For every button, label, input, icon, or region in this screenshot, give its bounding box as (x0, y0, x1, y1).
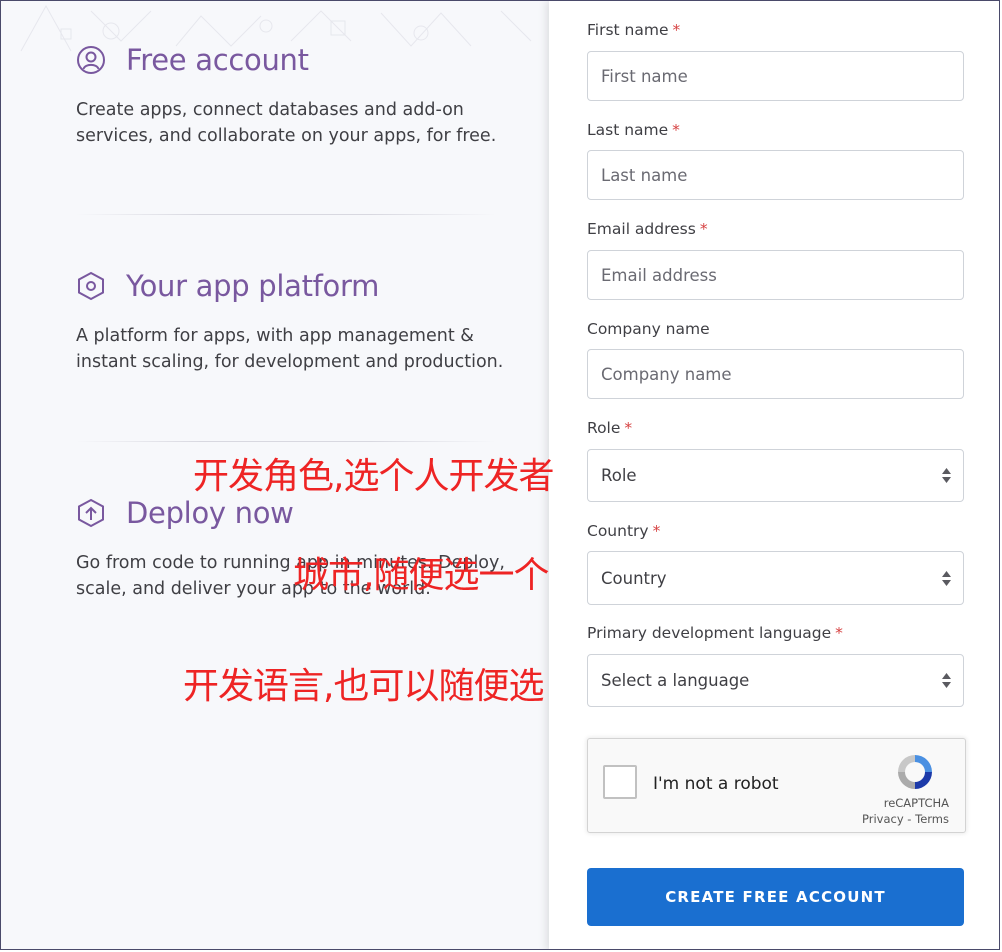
field-label: First name * (587, 21, 681, 39)
privacy-link[interactable]: Privacy (862, 812, 904, 826)
language-field: Primary development language * Select a l… (587, 624, 964, 707)
hexagon-icon (76, 271, 106, 301)
select-arrows-icon (941, 570, 951, 586)
field-label: Primary development language * (587, 624, 843, 642)
email-field: Email address * (587, 220, 964, 300)
recaptcha-brand: reCAPTCHA (883, 796, 949, 810)
role-field: Role * Role (587, 419, 964, 502)
field-label: Last name * (587, 121, 680, 139)
first-name-field: First name * (587, 21, 964, 101)
last-name-field: Last name * (587, 121, 964, 200)
email-input[interactable] (587, 250, 964, 300)
recaptcha-widget: I'm not a robot reCAPTCHA Privacy - Term… (587, 738, 966, 833)
role-select[interactable]: Role (587, 449, 964, 502)
terms-link[interactable]: Terms (915, 812, 949, 826)
feature-title: Your app platform (126, 269, 380, 303)
recaptcha-logo-icon (898, 755, 932, 789)
language-select[interactable]: Select a language (587, 654, 964, 707)
recaptcha-checkbox[interactable] (603, 765, 637, 799)
feature-description: Create apps, connect databases and add-o… (76, 100, 497, 146)
select-arrows-icon (941, 468, 951, 483)
recaptcha-links: Privacy - Terms (862, 812, 949, 826)
select-arrows-icon (941, 673, 951, 688)
feature-title: Deploy now (126, 496, 294, 530)
create-account-button[interactable]: CREATE FREE ACCOUNT (587, 868, 964, 926)
recaptcha-label: I'm not a robot (653, 774, 779, 794)
company-input[interactable] (587, 349, 964, 399)
user-circle-icon (76, 45, 106, 75)
annotation-country: 城市,随便选一个 (293, 555, 549, 596)
page-frame: Free account Create apps, connect databa… (0, 0, 1000, 950)
signup-form: First name* Last name* Email address* Co… (549, 1, 999, 949)
annotation-role: 开发角色,选个人开发者 (193, 456, 554, 497)
feature-app-platform: Your app platform A platform for apps, w… (76, 269, 516, 375)
first-name-input[interactable] (587, 51, 964, 101)
field-label: Email address * (587, 220, 708, 238)
divider (76, 214, 496, 215)
annotation-language: 开发语言,也可以随便选 (183, 666, 544, 707)
select-value: Select a language (601, 671, 750, 690)
select-value: Role (601, 466, 637, 485)
country-field: Country * Country (587, 522, 964, 605)
feature-free-account: Free account Create apps, connect databa… (76, 43, 516, 149)
country-select[interactable]: Country (587, 551, 964, 605)
last-name-input[interactable] (587, 150, 964, 200)
links-separator: - (903, 812, 916, 826)
field-label: Company name (587, 320, 710, 338)
company-field: Company name (587, 320, 964, 399)
field-label: Country * (587, 522, 661, 540)
upload-shield-icon (76, 498, 106, 528)
select-value: Country (601, 568, 667, 588)
field-label: Role * (587, 419, 633, 437)
feature-description: A platform for apps, with app management… (76, 326, 504, 372)
divider (76, 441, 496, 442)
feature-title: Free account (126, 43, 309, 77)
